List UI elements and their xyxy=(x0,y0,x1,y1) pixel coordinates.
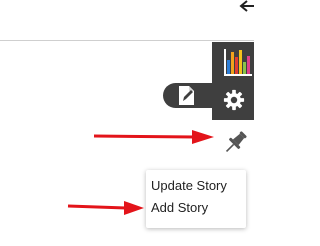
pushpin-icon xyxy=(225,131,247,153)
bar-chart-icon xyxy=(224,49,252,76)
settings-button[interactable] xyxy=(212,80,254,120)
back-arrow-icon[interactable] xyxy=(238,0,254,14)
annotation-arrow-add-story xyxy=(67,201,144,215)
gear-icon xyxy=(223,89,245,111)
chart-button[interactable] xyxy=(212,42,254,80)
edit-story-toggle[interactable] xyxy=(163,83,215,108)
edit-document-icon xyxy=(179,86,194,105)
update-story-menu-item[interactable]: Update Story xyxy=(146,175,246,197)
story-menu: Update Story Add Story xyxy=(146,170,246,228)
story-pin-button[interactable] xyxy=(220,128,250,158)
header-divider xyxy=(0,40,254,41)
annotation-arrow-pin xyxy=(93,130,214,144)
add-story-menu-item[interactable]: Add Story xyxy=(146,197,246,219)
